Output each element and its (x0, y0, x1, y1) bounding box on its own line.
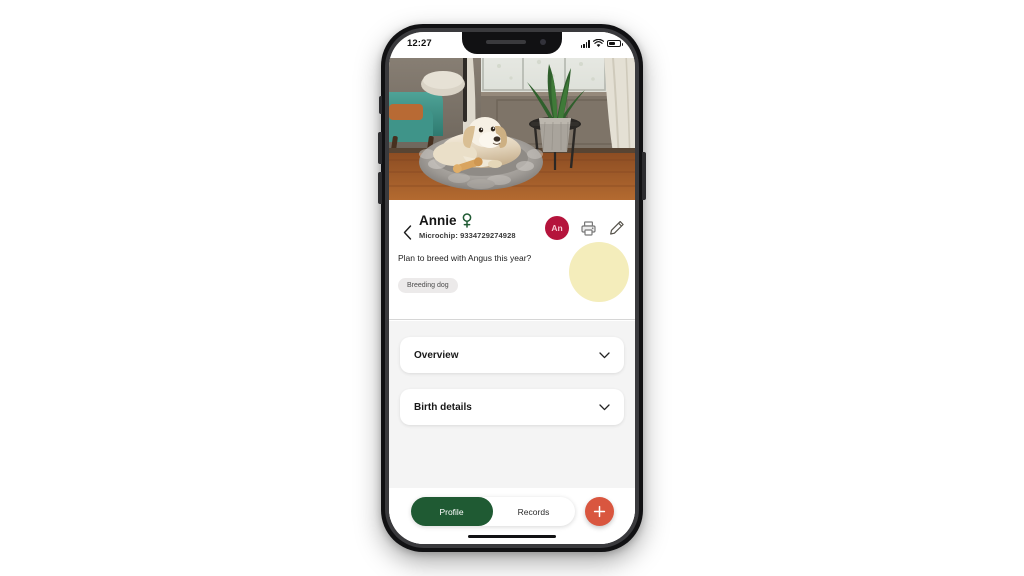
volume-up-button[interactable] (378, 132, 382, 164)
profile-records-toggle: Profile Records (410, 497, 575, 526)
status-icons (580, 39, 623, 48)
accordion-birth-details-label: Birth details (414, 401, 472, 413)
print-button[interactable] (578, 218, 598, 238)
cellular-bars-icon (580, 39, 590, 48)
tag-chip-breeding-dog[interactable]: Breeding dog (398, 278, 458, 293)
printer-icon (580, 220, 596, 236)
screenshot-canvas: 12:27 Annie Microchip: 9334729274928 An … (0, 0, 1024, 576)
accordion-list: Overview Birth details (389, 321, 635, 425)
phone-device-frame: 12:27 Annie Microchip: 9334729274928 An … (378, 24, 646, 552)
phone-screen: 12:27 Annie Microchip: 9334729274928 An … (389, 32, 635, 544)
tab-records[interactable]: Records (493, 497, 575, 526)
status-time: 12:27 (407, 38, 432, 49)
accordion-birth-details[interactable]: Birth details (400, 389, 624, 425)
power-button[interactable] (642, 152, 646, 200)
silence-switch-button[interactable] (379, 96, 382, 114)
avatar[interactable]: An (545, 216, 569, 240)
pet-note: Plan to breed with Angus this year? (398, 253, 532, 263)
earpiece-speaker (486, 40, 526, 44)
chevron-left-icon (403, 224, 411, 240)
pencil-icon (610, 221, 624, 235)
battery-icon (607, 39, 623, 48)
microchip-number: Microchip: 9334729274928 (419, 231, 516, 240)
tag-row: Breeding dog (398, 274, 458, 293)
back-button[interactable] (397, 222, 417, 242)
accordion-overview-label: Overview (414, 349, 459, 361)
device-notch (462, 32, 562, 54)
volume-down-button[interactable] (378, 172, 382, 204)
accordion-overview[interactable]: Overview (400, 337, 624, 373)
chevron-down-icon (599, 351, 610, 358)
female-sex-icon (462, 213, 471, 228)
pet-name-row: Annie (419, 213, 472, 228)
tab-profile[interactable]: Profile (410, 497, 493, 526)
edit-button[interactable] (607, 218, 627, 238)
page-title: Annie (419, 213, 457, 228)
home-indicator[interactable] (468, 534, 556, 538)
front-camera (540, 39, 546, 45)
header-actions: An (545, 216, 627, 240)
chevron-down-icon (599, 403, 610, 410)
plus-icon (593, 505, 605, 518)
edit-spotlight-highlight (569, 242, 629, 302)
wifi-icon (593, 39, 604, 47)
add-button[interactable] (584, 497, 614, 526)
pet-profile-header: Annie Microchip: 9334729274928 An Plan t… (389, 200, 635, 320)
